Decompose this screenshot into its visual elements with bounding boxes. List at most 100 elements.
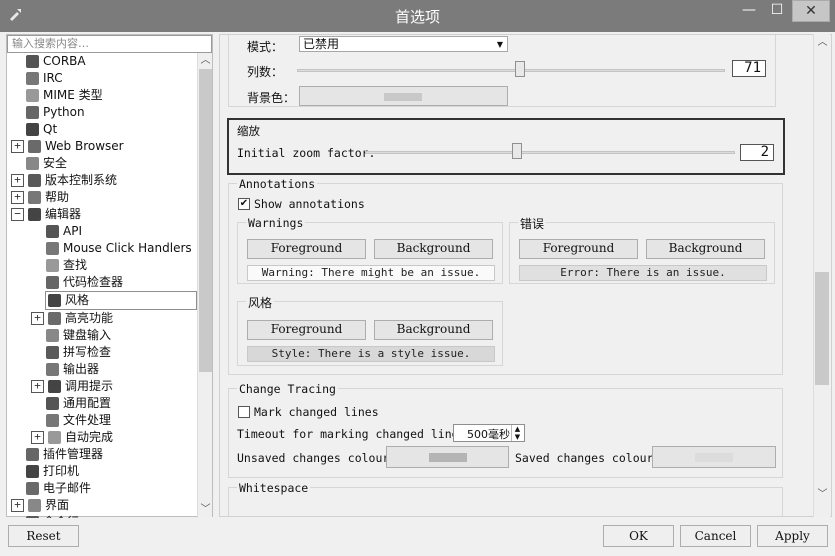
sidebar-item-label: 键盘输入 bbox=[63, 328, 112, 342]
sidebar-item[interactable]: Mouse Click Handlers bbox=[9, 240, 197, 257]
zoom-slider-track[interactable] bbox=[365, 151, 735, 154]
sidebar-item[interactable]: 插件管理器 bbox=[9, 446, 197, 463]
sidebar-item[interactable]: 风格 bbox=[45, 291, 197, 310]
expand-toggle-icon[interactable]: + bbox=[31, 312, 44, 325]
warnings-foreground-button[interactable]: Foreground bbox=[247, 239, 366, 259]
chevron-up-icon[interactable]: ︿ bbox=[200, 55, 211, 66]
warnings-background-button[interactable]: Background bbox=[374, 239, 493, 259]
sidebar-item[interactable]: 命令行 bbox=[9, 514, 197, 518]
maximize-button[interactable]: ☐ bbox=[764, 0, 790, 22]
expand-toggle-icon[interactable]: + bbox=[31, 380, 44, 393]
sidebar-item[interactable]: 输出器 bbox=[9, 361, 197, 378]
sidebar-item[interactable]: Python bbox=[9, 104, 197, 121]
expand-toggle-icon[interactable]: + bbox=[31, 431, 44, 444]
python-icon bbox=[26, 106, 39, 119]
sidebar-item-label: 文件处理 bbox=[63, 413, 112, 427]
sidebar-item[interactable]: 代码检查器 bbox=[9, 274, 197, 291]
columns-spinbox[interactable]: 71 bbox=[732, 60, 766, 77]
ok-button[interactable]: OK bbox=[603, 525, 674, 547]
chevron-up-icon[interactable]: ︿ bbox=[817, 37, 828, 48]
sidebar-item[interactable]: + 高亮功能 bbox=[9, 310, 197, 327]
warnings-title: Warnings bbox=[246, 216, 306, 230]
settings-scrollbar[interactable]: ︿ ﹀ bbox=[813, 34, 830, 517]
cancel-button[interactable]: Cancel bbox=[680, 525, 751, 547]
sidebar-item-label: 插件管理器 bbox=[43, 447, 104, 461]
sidebar-item[interactable]: + 调用提示 bbox=[9, 378, 197, 395]
sidebar-item[interactable]: 文件处理 bbox=[9, 412, 197, 429]
sidebar-item-label: 打印机 bbox=[43, 464, 80, 478]
sidebar-scrollbar[interactable]: ︿ ﹀ bbox=[197, 53, 212, 518]
sidebar-item[interactable]: CORBA bbox=[9, 53, 197, 70]
expand-toggle-icon[interactable]: + bbox=[11, 174, 24, 187]
change-tracing-title: Change Tracing bbox=[237, 382, 338, 396]
unsaved-colour-button[interactable] bbox=[386, 446, 509, 468]
saved-colour-button[interactable] bbox=[652, 446, 776, 468]
sidebar-item[interactable]: 打印机 bbox=[9, 463, 197, 480]
sidebar-item[interactable]: Qt bbox=[9, 121, 197, 138]
sidebar-item[interactable]: 查找 bbox=[9, 257, 197, 274]
sidebar-item[interactable]: API bbox=[9, 223, 197, 240]
columns-slider-handle[interactable] bbox=[514, 61, 525, 77]
reset-button[interactable]: Reset bbox=[8, 525, 79, 547]
title-bar: 首选项 — ☐ ✕ bbox=[0, 0, 835, 32]
sidebar-item[interactable]: + 自动完成 bbox=[9, 429, 197, 446]
show-annotations-checkbox[interactable]: ✔ bbox=[238, 198, 250, 210]
sidebar-item[interactable]: 通用配置 bbox=[9, 395, 197, 412]
style-foreground-button[interactable]: Foreground bbox=[247, 320, 366, 340]
sidebar-item[interactable]: + 界面 bbox=[9, 497, 197, 514]
sidebar-item-label: API bbox=[63, 224, 82, 238]
sidebar-item[interactable]: 键盘输入 bbox=[9, 327, 197, 344]
sidebar-item[interactable]: MIME 类型 bbox=[9, 87, 197, 104]
saved-colour-label: Saved changes colour: bbox=[515, 451, 661, 465]
sidebar-item[interactable]: 安全 bbox=[9, 155, 197, 172]
interface-icon bbox=[28, 499, 41, 512]
sidebar-item[interactable]: + 帮助 bbox=[9, 189, 197, 206]
expand-toggle-icon[interactable]: + bbox=[11, 499, 24, 512]
preferences-tree: CORBA IRC MIME 类型 Python Qt + Web Browser 安全 + 版本… bbox=[9, 53, 197, 518]
expand-toggle-icon[interactable]: + bbox=[11, 140, 24, 153]
mode-select[interactable]: 已禁用 ▼ bbox=[299, 36, 508, 52]
close-button[interactable]: ✕ bbox=[792, 0, 830, 22]
errors-background-button[interactable]: Background bbox=[646, 239, 765, 259]
chevron-down-icon[interactable]: ﹀ bbox=[817, 489, 828, 500]
timeout-spinbox[interactable]: 500毫秒 ▲ ▼ bbox=[453, 424, 525, 442]
style-annotations-group: 风格 Foreground Background Style: There is… bbox=[237, 294, 503, 366]
mark-changed-lines-checkbox[interactable] bbox=[238, 406, 250, 418]
sidebar-scroll-thumb[interactable] bbox=[199, 69, 212, 372]
style-background-button[interactable]: Background bbox=[374, 320, 493, 340]
errors-foreground-button[interactable]: Foreground bbox=[519, 239, 638, 259]
settings-scroll-thumb[interactable] bbox=[815, 272, 829, 385]
sidebar-item[interactable]: + Web Browser bbox=[9, 138, 197, 155]
sidebar-item[interactable]: + 版本控制系统 bbox=[9, 172, 197, 189]
sidebar-item[interactable]: IRC bbox=[9, 70, 197, 87]
qt-icon bbox=[26, 123, 39, 136]
timeout-value: 500毫秒 bbox=[467, 428, 510, 441]
zoom-slider-handle[interactable] bbox=[511, 143, 522, 159]
expand-toggle-icon[interactable]: + bbox=[11, 191, 24, 204]
sidebar-item-label: 高亮功能 bbox=[65, 311, 114, 325]
expand-toggle-icon[interactable]: − bbox=[11, 208, 24, 221]
sidebar-item-label: 代码检查器 bbox=[63, 275, 124, 289]
columns-slider-track[interactable] bbox=[297, 69, 725, 72]
minimize-button[interactable]: — bbox=[736, 0, 762, 22]
apply-button[interactable]: Apply bbox=[757, 525, 828, 547]
background-color-button[interactable] bbox=[299, 86, 508, 106]
chevron-down-icon[interactable]: ﹀ bbox=[200, 504, 211, 515]
mime-icon bbox=[26, 89, 39, 102]
search-input[interactable]: 输入搜索内容… bbox=[7, 35, 212, 53]
sidebar-item[interactable]: − 编辑器 bbox=[9, 206, 197, 223]
sidebar-item-label: 风格 bbox=[65, 293, 90, 307]
sidebar-item-label: 编辑器 bbox=[45, 207, 82, 221]
sidebar-item[interactable]: 电子邮件 bbox=[9, 480, 197, 497]
zoom-spinbox[interactable]: 2 bbox=[740, 144, 774, 161]
sidebar-item[interactable]: 拼写检查 bbox=[9, 344, 197, 361]
printer-icon bbox=[26, 465, 39, 478]
spin-arrows-icon[interactable]: ▲ ▼ bbox=[511, 425, 523, 441]
